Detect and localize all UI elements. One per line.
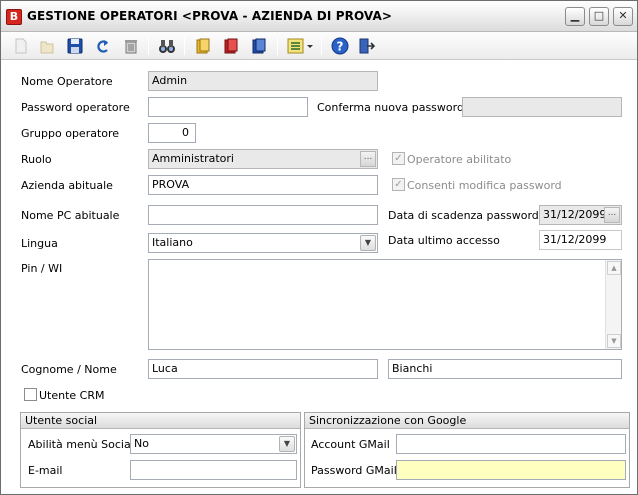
operator-management-window: B GESTIONE OPERATORI <PROVA - AZIENDA DI… xyxy=(0,0,638,495)
new-icon[interactable] xyxy=(11,36,31,56)
azienda-abituale-label: Azienda abituale xyxy=(21,179,113,192)
data-ultimo-accesso-field: 31/12/2099 xyxy=(539,230,622,250)
data-ultimo-accesso-label: Data ultimo accesso xyxy=(388,234,500,247)
password-operatore-label: Password operatore xyxy=(21,101,130,114)
minimize-button[interactable]: ▁ xyxy=(565,7,585,26)
google-sync-group: Sincronizzazione con Google Account GMai… xyxy=(304,412,630,488)
ruolo-label: Ruolo xyxy=(21,153,52,166)
book-blue-icon[interactable] xyxy=(249,36,269,56)
conferma-password-field xyxy=(462,97,622,117)
vertical-scrollbar[interactable]: ▲ ▼ xyxy=(605,260,621,349)
operatore-abilitato-checkbox[interactable]: ✓ xyxy=(392,152,405,165)
ruolo-lookup-button[interactable]: ... xyxy=(360,151,376,167)
pin-wi-textarea[interactable]: ▲ ▼ xyxy=(148,259,622,350)
delete-icon[interactable] xyxy=(121,36,141,56)
password-gmail-field[interactable] xyxy=(396,460,626,480)
lingua-select[interactable]: Italiano ▼ xyxy=(148,233,378,253)
title-bar[interactable]: B GESTIONE OPERATORI <PROVA - AZIENDA DI… xyxy=(1,1,637,32)
nome-pc-field[interactable] xyxy=(148,205,378,225)
toolbar-separator xyxy=(148,37,149,55)
save-icon[interactable] xyxy=(65,36,85,56)
scroll-up-arrow-icon[interactable]: ▲ xyxy=(607,261,621,275)
consenti-modifica-checkbox[interactable]: ✓ xyxy=(392,178,405,191)
nome-field[interactable]: Bianchi xyxy=(388,359,622,379)
nome-operatore-field: Admin xyxy=(148,71,378,91)
consenti-modifica-label: Consenti modifica password xyxy=(407,179,562,192)
google-sync-header: Sincronizzazione con Google xyxy=(305,413,629,429)
help-icon[interactable]: ? xyxy=(330,36,350,56)
nome-operatore-label: Nome Operatore xyxy=(21,75,113,88)
data-scadenza-field[interactable]: 31/12/2099 ... xyxy=(539,205,622,225)
password-gmail-label: Password GMail xyxy=(311,464,397,477)
nome-pc-label: Nome PC abituale xyxy=(21,209,120,222)
utente-social-group: Utente social Abilità menù Social No ▼ E… xyxy=(20,412,301,488)
conferma-password-label: Conferma nuova password xyxy=(317,101,464,114)
chevron-down-icon[interactable]: ▼ xyxy=(279,436,295,452)
account-gmail-label: Account GMail xyxy=(311,438,390,451)
lingua-value: Italiano xyxy=(152,236,193,249)
toolbar-separator xyxy=(184,37,185,55)
search-binoculars-icon[interactable] xyxy=(157,36,177,56)
book-red-icon[interactable] xyxy=(221,36,241,56)
azienda-abituale-field[interactable]: PROVA xyxy=(148,175,378,195)
lingua-label: Lingua xyxy=(21,237,58,250)
utente-crm-checkbox[interactable] xyxy=(24,388,37,401)
utente-crm-label: Utente CRM xyxy=(39,389,105,402)
scroll-down-arrow-icon[interactable]: ▼ xyxy=(607,334,621,348)
book-yellow-icon[interactable] xyxy=(193,36,213,56)
ruolo-field[interactable]: Amministratori ... xyxy=(148,149,378,169)
utente-social-header: Utente social xyxy=(21,413,300,429)
abilita-menu-social-select[interactable]: No ▼ xyxy=(130,434,297,454)
operatore-abilitato-label: Operatore abilitato xyxy=(407,153,512,166)
chevron-down-icon[interactable]: ▼ xyxy=(360,235,376,251)
close-button[interactable]: ✕ xyxy=(613,7,633,26)
toolbar-separator xyxy=(321,37,322,55)
ruolo-value: Amministratori xyxy=(152,152,234,165)
email-field[interactable] xyxy=(130,460,297,480)
toolbar: ? xyxy=(1,32,637,60)
gruppo-operatore-label: Gruppo operatore xyxy=(21,127,120,140)
window-title: GESTIONE OPERATORI <PROVA - AZIENDA DI P… xyxy=(27,9,393,23)
maximize-button[interactable]: □ xyxy=(589,7,609,26)
pin-wi-label: Pin / WI xyxy=(21,262,63,275)
password-operatore-field[interactable] xyxy=(148,97,308,117)
gruppo-operatore-field[interactable]: 0 xyxy=(148,123,196,143)
toolbar-separator xyxy=(277,37,278,55)
svg-text:?: ? xyxy=(337,40,344,54)
abilita-menu-social-label: Abilità menù Social xyxy=(28,438,134,451)
undo-icon[interactable] xyxy=(93,36,113,56)
data-scadenza-picker-button[interactable]: ... xyxy=(604,207,620,223)
email-label: E-mail xyxy=(28,464,63,477)
cognome-field[interactable]: Luca xyxy=(148,359,378,379)
account-gmail-field[interactable] xyxy=(396,434,626,454)
data-scadenza-label: Data di scadenza password xyxy=(388,209,539,222)
abilita-menu-social-value: No xyxy=(134,437,149,450)
list-dropdown-icon[interactable] xyxy=(286,36,316,56)
exit-icon[interactable] xyxy=(357,36,377,56)
app-logo-icon: B xyxy=(6,9,22,25)
data-scadenza-value: 31/12/2099 xyxy=(543,208,607,221)
open-icon[interactable] xyxy=(37,36,57,56)
cognome-nome-label: Cognome / Nome xyxy=(21,363,117,376)
